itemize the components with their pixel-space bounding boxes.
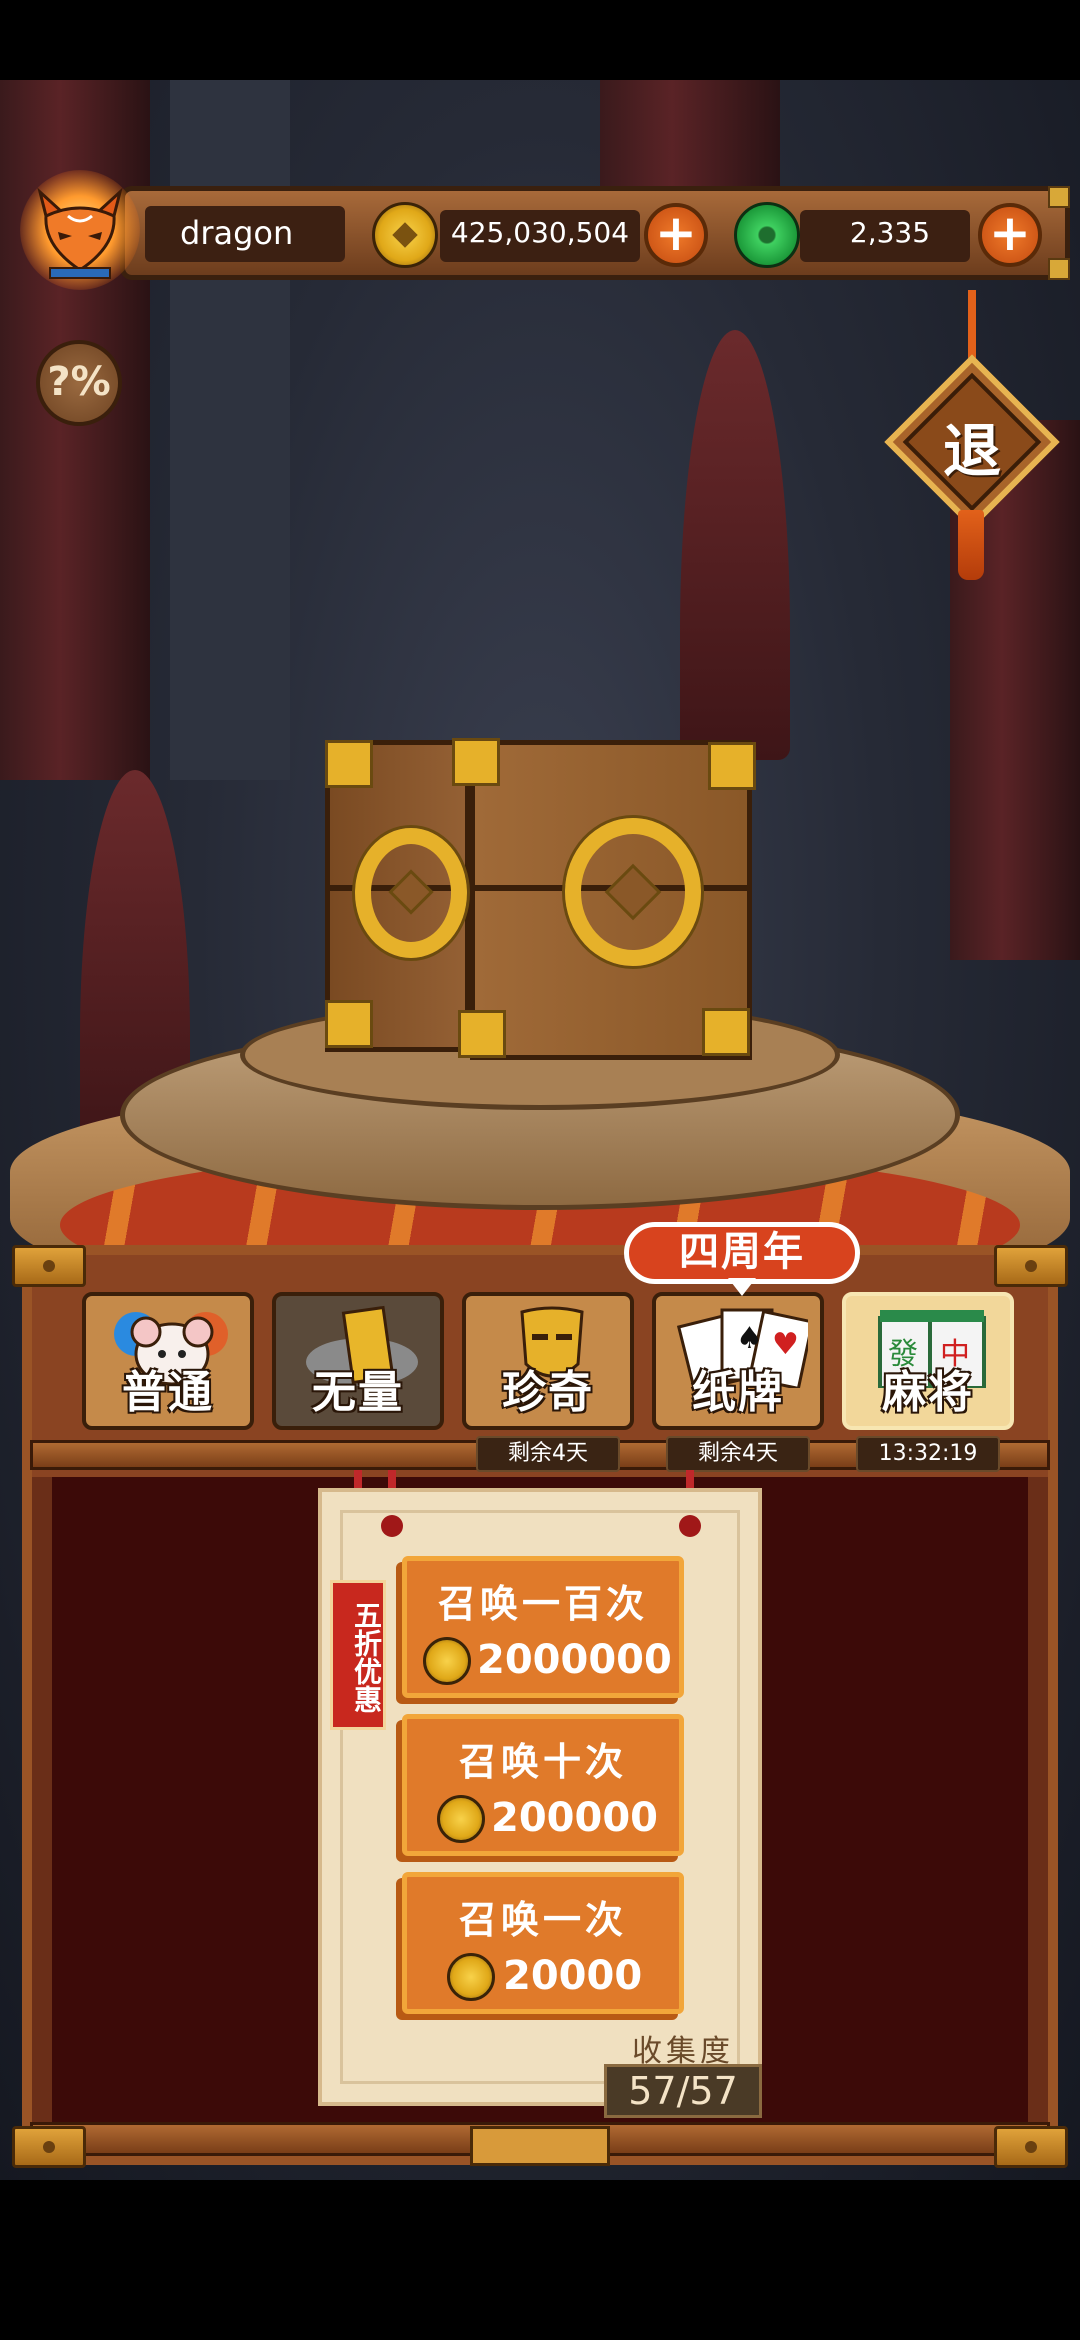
time-remaining-badge: 剩余4天 [666, 1436, 810, 1472]
time-remaining-badge: 剩余4天 [476, 1436, 620, 1472]
box-corner-plate [452, 738, 500, 786]
summon-100-title: 召唤一百次 [437, 1582, 648, 1626]
summon-100-button[interactable]: 召唤一百次 2000000 [402, 1556, 684, 1698]
exit-tassel [958, 510, 984, 580]
frame-bolt [12, 1245, 86, 1287]
bar-corner [1048, 258, 1070, 280]
tab-mahjong-label: 麻将 [882, 1367, 974, 1418]
tab-mahjong[interactable]: 發 中 麻将 [842, 1292, 1014, 1430]
coin-icon [437, 1795, 485, 1843]
svg-text:♠: ♠ [736, 1321, 763, 1356]
countdown-timer: 13:32:19 [856, 1436, 1000, 1472]
coins-value: 425,030,504 [450, 216, 630, 249]
add-coins-button[interactable]: + [644, 203, 708, 267]
frame-bolt [12, 2126, 86, 2168]
tab-infinite-label: 无量 [312, 1367, 404, 1418]
coin-icon [447, 1953, 495, 2001]
bottom-bar [0, 2180, 1080, 2340]
bar-corner [1048, 186, 1070, 208]
pillar [170, 80, 290, 780]
anniversary-banner: 四周年 [624, 1222, 860, 1284]
summon-1-title: 召唤一次 [458, 1898, 627, 1942]
collection-progress: 57/57 [604, 2064, 762, 2118]
tab-cards-label: 纸牌 [692, 1367, 784, 1418]
tab-normal-label: 普通 [122, 1367, 214, 1418]
fox-mask-icon[interactable] [32, 182, 128, 282]
summon-100-cost: 2000000 [477, 1637, 672, 1683]
summon-10-cost: 200000 [491, 1795, 658, 1841]
tassel-decoration [680, 330, 790, 760]
half-price-tag: 五折优惠 [330, 1580, 386, 1730]
tab-infinite[interactable]: 无量 [272, 1292, 444, 1430]
frame-clip [470, 2126, 610, 2166]
summon-10-button[interactable]: 召唤十次 200000 [402, 1714, 684, 1856]
add-gems-button[interactable]: + [978, 203, 1042, 267]
gems-value: 2,335 [849, 216, 931, 249]
frame-bolt [994, 1245, 1068, 1287]
help-odds-button[interactable]: ?% [36, 340, 122, 426]
box-corner-plate [458, 1010, 506, 1058]
scroll-knot [381, 1515, 403, 1537]
tab-rare-label: 珍奇 [502, 1367, 594, 1418]
coin-icon [372, 202, 438, 268]
jade-gem-icon [734, 202, 800, 268]
exit-label[interactable]: 退 [910, 404, 1034, 488]
tab-cards[interactable]: ♠ ♥ 纸牌 [652, 1292, 824, 1430]
box-corner-plate [325, 1000, 373, 1048]
box-corner-plate [325, 740, 373, 788]
username: dragon [180, 214, 294, 252]
box-corner-plate [708, 742, 756, 790]
tab-normal[interactable]: 普通 [82, 1292, 254, 1430]
anniversary-banner-tip [728, 1278, 756, 1296]
scroll-knot [679, 1515, 701, 1537]
frame-bolt [994, 2126, 1068, 2168]
summon-1-button[interactable]: 召唤一次 20000 [402, 1872, 684, 2014]
coin-icon [423, 1637, 471, 1685]
summon-1-cost: 20000 [503, 1953, 643, 1999]
box-corner-plate [702, 1008, 750, 1056]
tab-rare[interactable]: 珍奇 [462, 1292, 634, 1430]
summon-10-title: 召唤十次 [458, 1740, 627, 1784]
